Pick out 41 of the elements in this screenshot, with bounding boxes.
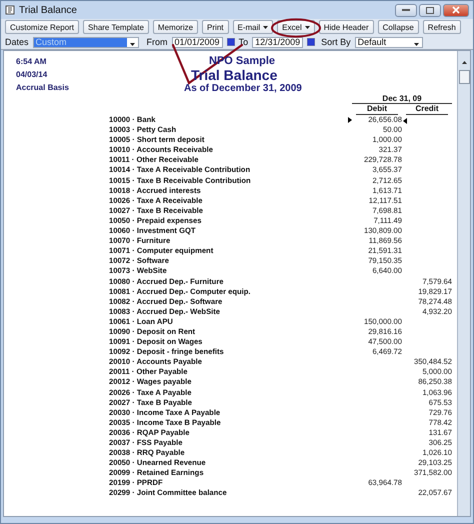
report-time: 6:54 AM — [16, 57, 48, 66]
maximize-icon — [426, 6, 434, 14]
report-basis: Accrual Basis — [16, 83, 70, 92]
scrollbar[interactable] — [457, 51, 470, 516]
caret-icon — [130, 43, 135, 46]
column-group-header: Dec 31, 09 — [352, 94, 452, 104]
toolbar-button[interactable]: Print — [202, 20, 228, 34]
toolbar-button[interactable]: Customize Report — [5, 20, 80, 34]
close-icon — [452, 6, 460, 14]
dropdown-button[interactable]: E-mail — [232, 20, 274, 34]
toolbar-button[interactable]: Memorize — [152, 20, 198, 34]
window-title: Trial Balance — [19, 4, 78, 16]
minimize-button[interactable] — [395, 4, 417, 16]
toolbar-button[interactable]: Share Template — [83, 20, 149, 34]
toolbar-button[interactable]: Collapse — [378, 20, 419, 34]
scroll-thumb[interactable] — [458, 70, 470, 84]
maximize-button[interactable] — [419, 4, 441, 16]
circle-annotation — [270, 18, 322, 38]
toolbar-button[interactable]: Refresh — [422, 20, 461, 34]
to-label: To — [238, 37, 248, 47]
minimize-icon — [402, 9, 410, 11]
caret-icon — [414, 43, 419, 46]
sort-select[interactable]: Default — [354, 36, 423, 48]
close-button[interactable] — [443, 4, 469, 16]
row-marker-icon — [403, 118, 407, 124]
column-header[interactable]: Debit — [356, 104, 398, 115]
report-icon — [5, 5, 15, 15]
report-date: 04/03/14 — [16, 70, 48, 79]
from-label: From — [146, 37, 168, 47]
report-subtitle: As of December 31, 2009 — [184, 83, 302, 94]
calendar-icon[interactable] — [226, 38, 235, 46]
toolbar-button[interactable]: Hide Header — [318, 20, 374, 34]
date-field[interactable]: 12/31/2009 — [252, 36, 304, 48]
caret-icon — [263, 26, 268, 28]
dates-label: Dates — [5, 37, 29, 47]
scroll-up-icon[interactable] — [462, 61, 466, 64]
date-field[interactable]: 01/01/2009 — [172, 36, 223, 48]
calendar-icon[interactable] — [307, 38, 316, 46]
caret-icon — [304, 26, 310, 28]
sort-by-label: Sort By — [321, 37, 351, 47]
column-header[interactable]: Credit — [406, 104, 448, 115]
